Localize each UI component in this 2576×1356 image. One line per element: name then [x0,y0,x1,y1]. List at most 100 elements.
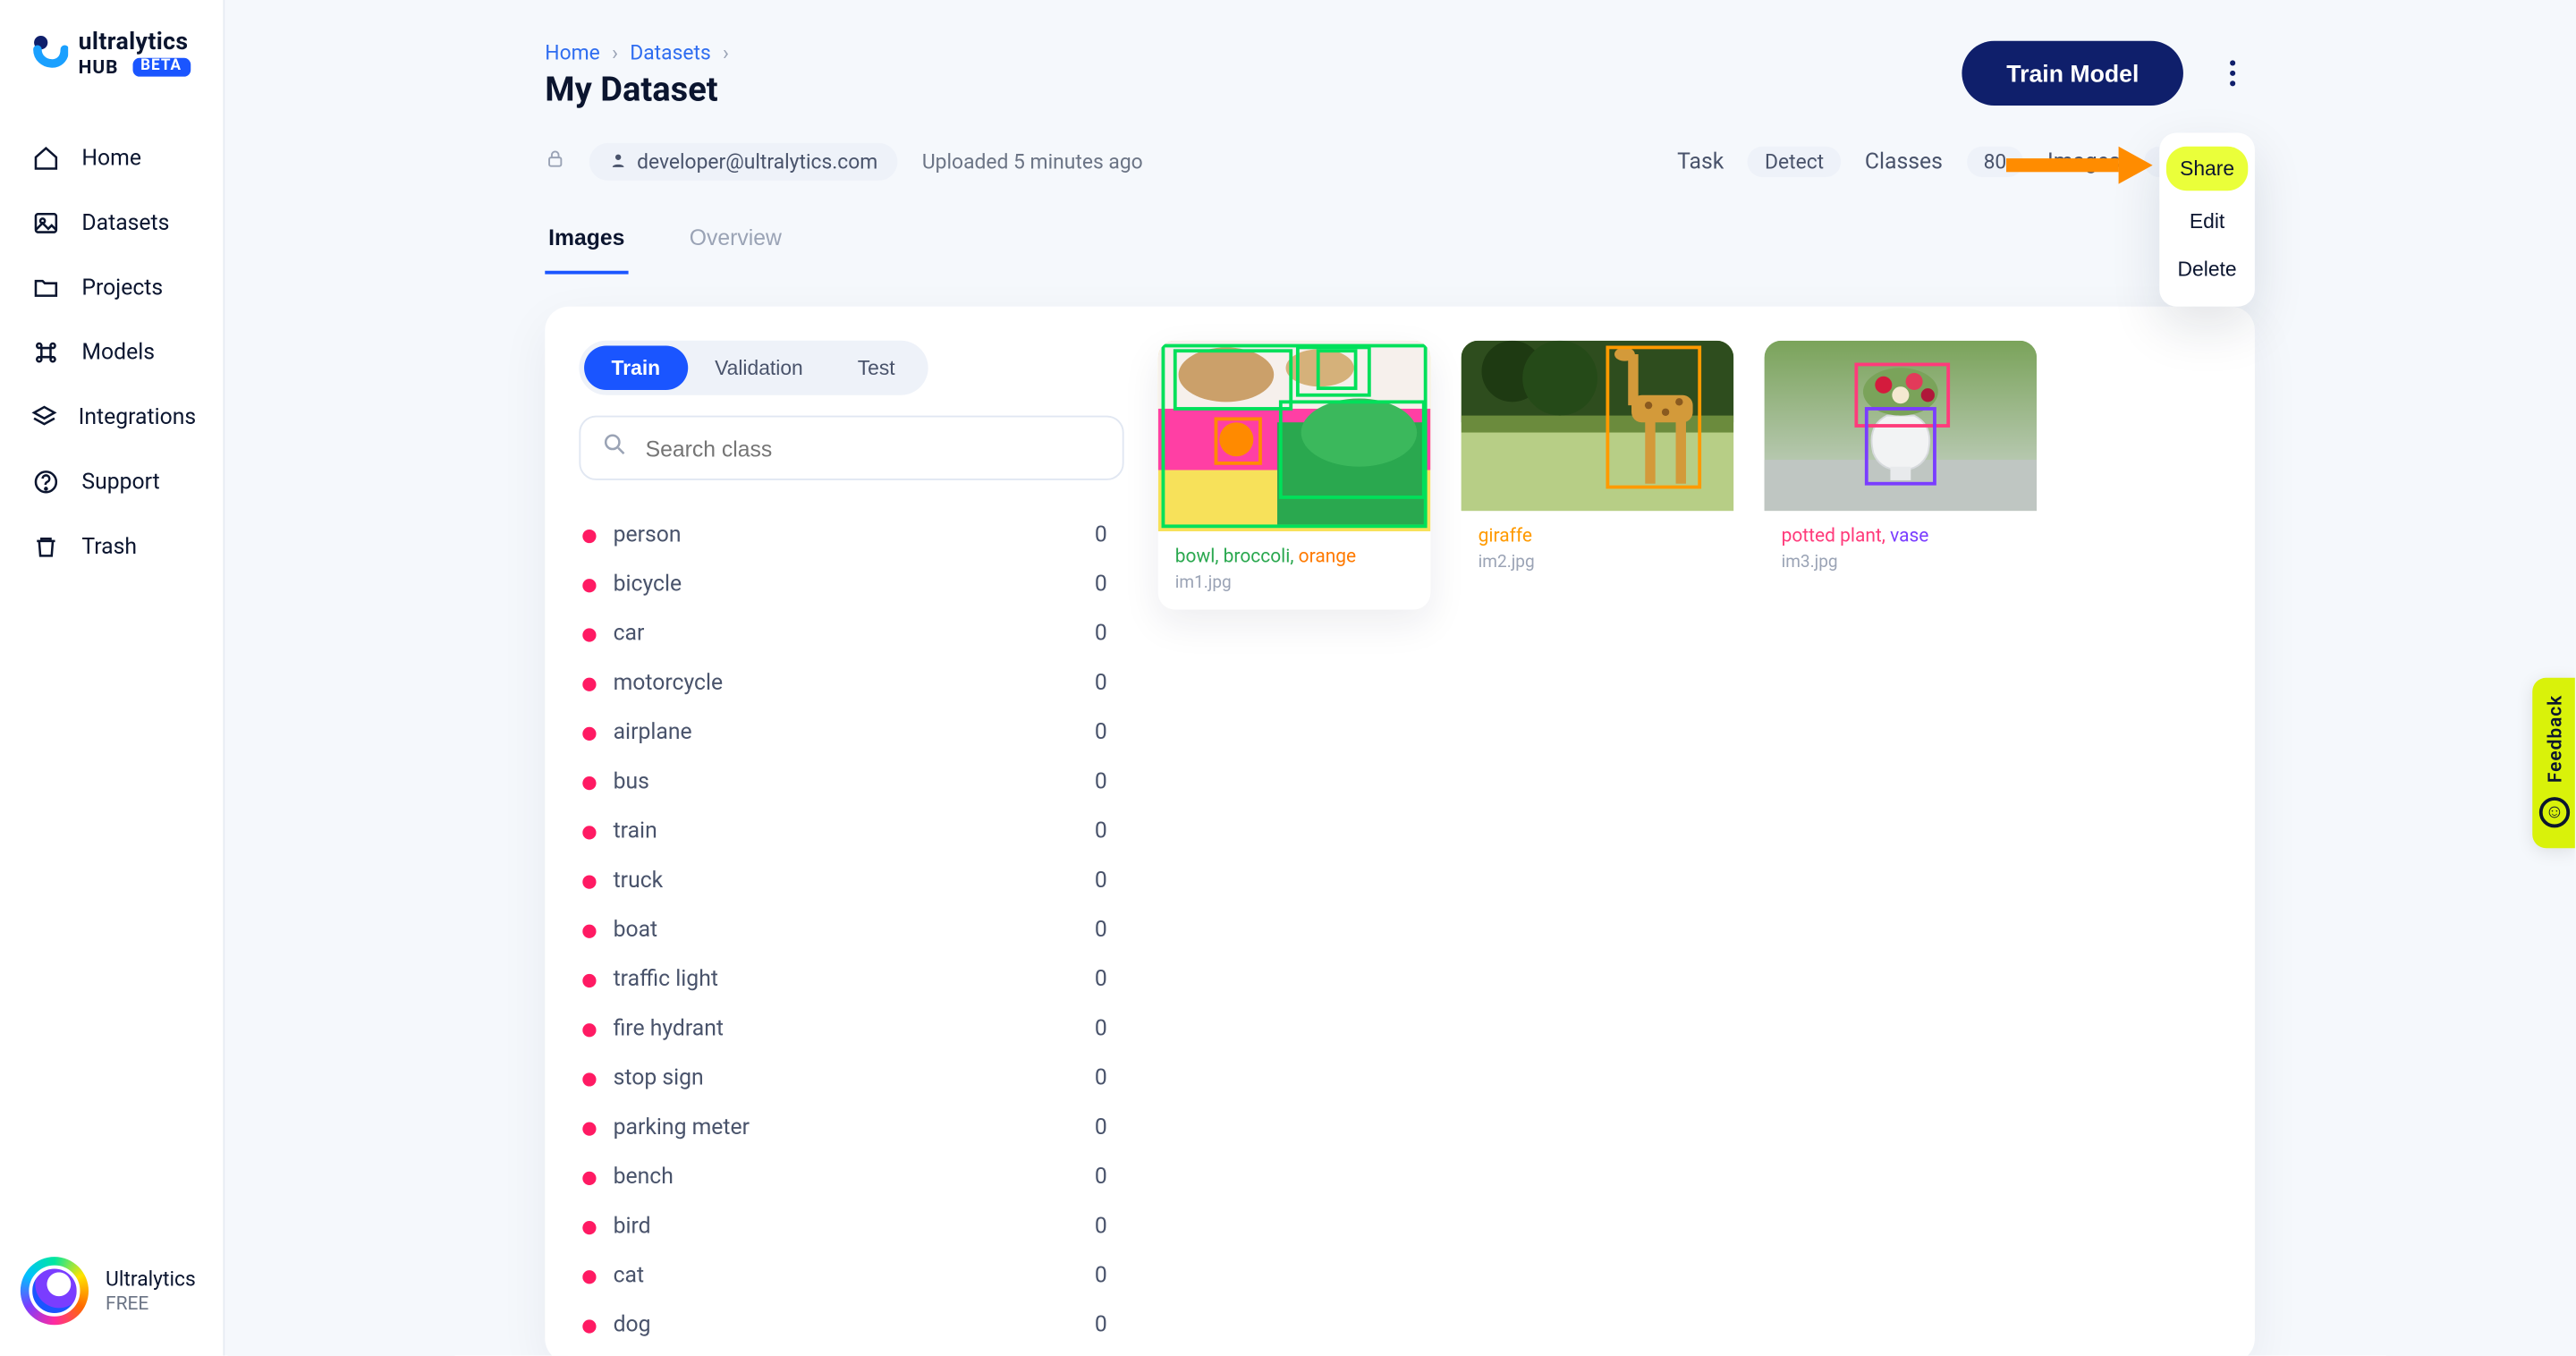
sidebar-item-label: Datasets [81,210,169,236]
breadcrumb-datasets[interactable]: Datasets [630,41,710,65]
class-row[interactable]: fire hydrant0 [579,1004,1114,1054]
class-row[interactable]: dog 0 [579,1301,1114,1346]
tab-overview[interactable]: Overview [686,211,785,274]
class-color-dot [582,1122,596,1135]
class-row[interactable]: stop sign 0 [579,1055,1114,1104]
class-row[interactable]: boat0 [579,906,1114,955]
stat-classes-label: Classes [1865,149,1943,175]
class-color-dot [582,775,596,789]
more-menu-button[interactable] [2210,51,2255,96]
sidebar-item-label: Projects [81,275,163,301]
class-name: truck [613,869,663,894]
image-card[interactable]: giraffeim2.jpg [1462,341,1734,590]
class-row[interactable]: train0 [579,807,1114,856]
image-card[interactable]: bowl, broccoli, orangeim1.jpg [1158,341,1431,610]
class-row[interactable]: bird0 [579,1202,1114,1251]
menu-item-delete[interactable]: Delete [2159,245,2255,292]
class-name: bird [613,1215,650,1241]
sidebar-item-models[interactable]: Models [0,322,223,384]
class-name: train [613,819,657,845]
logo-icon [30,31,68,76]
class-row[interactable]: airplane0 [579,708,1114,758]
sidebar-item-support[interactable]: Support [0,452,223,513]
search-input-wrap[interactable] [579,416,1123,480]
class-name: car [613,622,644,648]
class-row[interactable]: motorcycle0 [579,659,1114,708]
class-color-dot [582,1022,596,1036]
account-block[interactable]: Ultralytics FREE [0,1233,223,1355]
class-list[interactable]: person0bicycle0car0motorcycle0airplane0b… [579,511,1123,1345]
image-tag: orange [1299,545,1356,567]
class-count: 0 [1095,770,1107,796]
image-tag: bowl [1175,545,1216,567]
class-row[interactable]: person0 [579,511,1114,560]
sidebar-item-label: Home [81,146,141,172]
breadcrumb-home[interactable]: Home [545,41,599,65]
chevron-right-icon: › [612,41,618,65]
class-row[interactable]: bench0 [579,1153,1114,1202]
class-count: 0 [1095,1115,1107,1141]
class-color-dot [582,1171,596,1184]
class-row[interactable]: truck 0 [579,857,1114,906]
class-color-dot [582,825,596,838]
image-thumbnail [1158,341,1431,531]
class-name: stop sign [613,1066,703,1092]
split-train[interactable]: Train [584,346,688,391]
owner-pill[interactable]: developer@ultralytics.com [589,143,898,181]
more-vertical-icon [2229,60,2236,87]
sidebar-item-label: Trash [81,534,137,560]
class-color-dot [582,1072,596,1086]
class-row[interactable]: cat0 [579,1251,1114,1301]
class-name: dog [613,1313,650,1339]
brand-hub: HUB [79,58,119,77]
sidebar-item-trash[interactable]: Trash [0,516,223,578]
search-input[interactable] [646,435,1102,461]
trash-icon [30,531,61,562]
stat-task-label: Task [1677,149,1724,175]
class-count: 0 [1095,869,1107,894]
sidebar-item-home[interactable]: Home [0,128,223,190]
feedback-tab[interactable]: Feedback ☺ [2532,678,2575,848]
class-color-dot [582,1319,596,1333]
image-tag: broccoli [1224,545,1291,567]
class-name: traffic light [613,967,717,993]
class-row[interactable]: bus0 [579,758,1114,807]
class-count: 0 [1095,671,1107,697]
sidebar-item-datasets[interactable]: Datasets [0,192,223,254]
class-count: 0 [1095,622,1107,648]
image-tag: giraffe [1479,524,1532,547]
class-row[interactable]: parking meter0 [579,1104,1114,1153]
account-name: Ultralytics [106,1267,196,1292]
class-color-dot [582,1220,596,1233]
class-row[interactable]: car 0 [579,610,1114,659]
train-model-button[interactable]: Train Model [1962,41,2183,106]
class-count: 0 [1095,1066,1107,1092]
image-card[interactable]: potted plant, vaseim3.jpg [1765,341,2038,590]
class-count: 0 [1095,1313,1107,1339]
class-count: 0 [1095,1264,1107,1290]
split-validation[interactable]: Validation [688,346,831,391]
sidebar-item-label: Support [81,470,159,496]
split-test[interactable]: Test [830,346,922,391]
class-row[interactable]: bicycle0 [579,560,1114,609]
owner-email: developer@ultralytics.com [637,150,877,174]
menu-item-edit[interactable]: Edit [2159,198,2255,245]
class-row[interactable]: traffic light0 [579,955,1114,1004]
content-card: Train Validation Test person0bicycle0car… [545,307,2255,1356]
menu-item-share[interactable]: Share [2166,147,2248,191]
account-tier: FREE [106,1292,196,1314]
class-name: boat [613,918,657,944]
breadcrumb: Home › Datasets › [545,41,735,65]
image-filename: im3.jpg [1782,554,2021,572]
image-thumbnail [1765,341,2038,511]
annotation-arrow [2006,143,2153,188]
class-count: 0 [1095,523,1107,549]
sidebar-item-integrations[interactable]: Integrations [0,386,223,448]
sidebar-item-projects[interactable]: Projects [0,258,223,319]
image-tag: vase [1890,524,1928,547]
image-tags: giraffe [1479,524,1717,548]
class-name: bench [613,1165,673,1191]
image-gallery: bowl, broccoli, orangeim1.jpggiraffeim2.… [1158,341,2221,1345]
tab-images[interactable]: Images [545,211,628,274]
split-tabs: Train Validation Test [579,341,927,395]
